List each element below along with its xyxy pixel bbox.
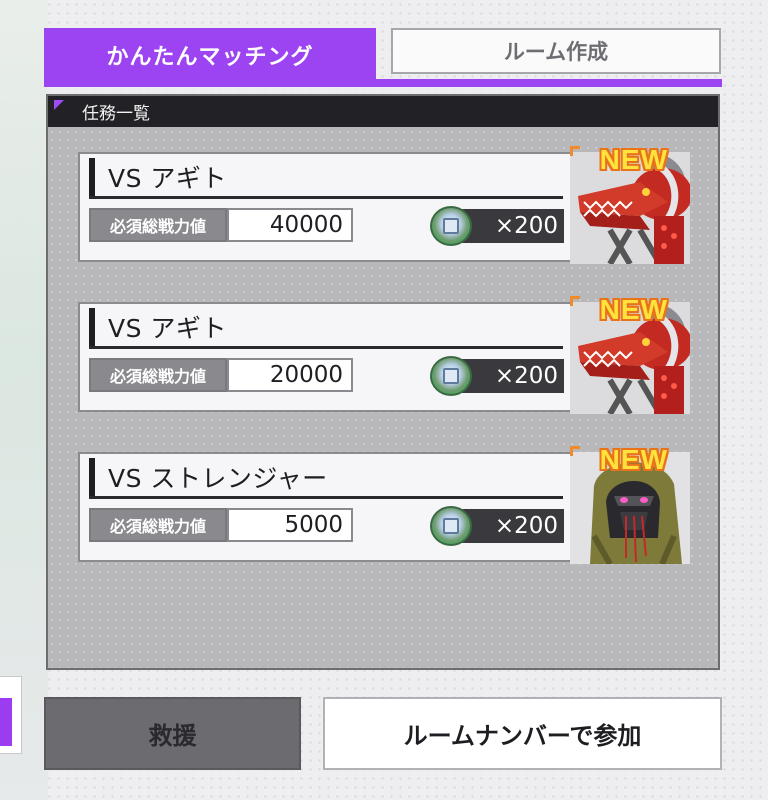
panel-title: 任務一覧 bbox=[82, 104, 150, 124]
join-by-room-number-label: ルームナンバーで参加 bbox=[403, 722, 642, 750]
required-power-value: 5000 bbox=[227, 508, 353, 542]
hooded-figure-portrait-icon: NEW bbox=[570, 446, 690, 564]
join-by-room-number-button[interactable]: ルームナンバーで参加 bbox=[323, 697, 722, 770]
mission-title: VS アギト bbox=[108, 164, 227, 193]
title-bar-accent bbox=[89, 458, 95, 496]
new-badge: NEW bbox=[599, 146, 668, 175]
required-power-value: 20000 bbox=[227, 358, 353, 392]
rescue-button[interactable]: 救援 bbox=[44, 697, 301, 770]
tab-create-room-label: ルーム作成 bbox=[503, 40, 609, 64]
new-badge: NEW bbox=[599, 296, 668, 325]
mission-card[interactable]: VS ストレンジャー 必須総戦力値 5000 ×200 NEW bbox=[78, 446, 690, 564]
red-dragon-portrait-icon: NEW bbox=[570, 146, 690, 264]
mission-title: VS アギト bbox=[108, 314, 227, 343]
corner-accent-icon bbox=[54, 100, 64, 110]
required-power-value: 40000 bbox=[227, 208, 353, 242]
medal-coin-icon bbox=[430, 206, 472, 246]
panel-header: 任務一覧 bbox=[48, 96, 718, 127]
side-tab-accent bbox=[0, 698, 12, 746]
mission-card[interactable]: VS アギト 必須総戦力値 20000 ×200 NEW bbox=[78, 296, 690, 414]
reward: ×200 bbox=[430, 206, 564, 246]
title-rule bbox=[89, 346, 563, 349]
new-bracket-icon bbox=[570, 146, 580, 156]
title-bar-accent bbox=[89, 308, 95, 346]
reward: ×200 bbox=[430, 356, 564, 396]
rescue-button-label: 救援 bbox=[148, 722, 197, 750]
new-badge: NEW bbox=[599, 446, 668, 475]
tab-easy-matching-label: かんたんマッチング bbox=[106, 45, 314, 70]
mission-card[interactable]: VS アギト 必須総戦力値 40000 ×200 NEW bbox=[78, 146, 690, 264]
tab-create-room[interactable]: ルーム作成 bbox=[391, 28, 721, 74]
tab-underline bbox=[44, 79, 722, 87]
title-bar-accent bbox=[89, 158, 95, 196]
medal-coin-icon bbox=[430, 356, 472, 396]
medal-coin-icon bbox=[430, 506, 472, 546]
red-dragon-portrait-icon: NEW bbox=[570, 296, 690, 414]
new-bracket-icon bbox=[570, 296, 580, 306]
reward: ×200 bbox=[430, 506, 564, 546]
new-bracket-icon bbox=[570, 446, 580, 456]
required-power-label: 必須総戦力値 bbox=[89, 358, 227, 392]
required-power-label: 必須総戦力値 bbox=[89, 508, 227, 542]
title-rule bbox=[89, 496, 563, 499]
required-power-label: 必須総戦力値 bbox=[89, 208, 227, 242]
title-rule bbox=[89, 196, 563, 199]
mission-title: VS ストレンジャー bbox=[108, 464, 328, 493]
tab-easy-matching[interactable]: かんたんマッチング bbox=[44, 28, 376, 82]
